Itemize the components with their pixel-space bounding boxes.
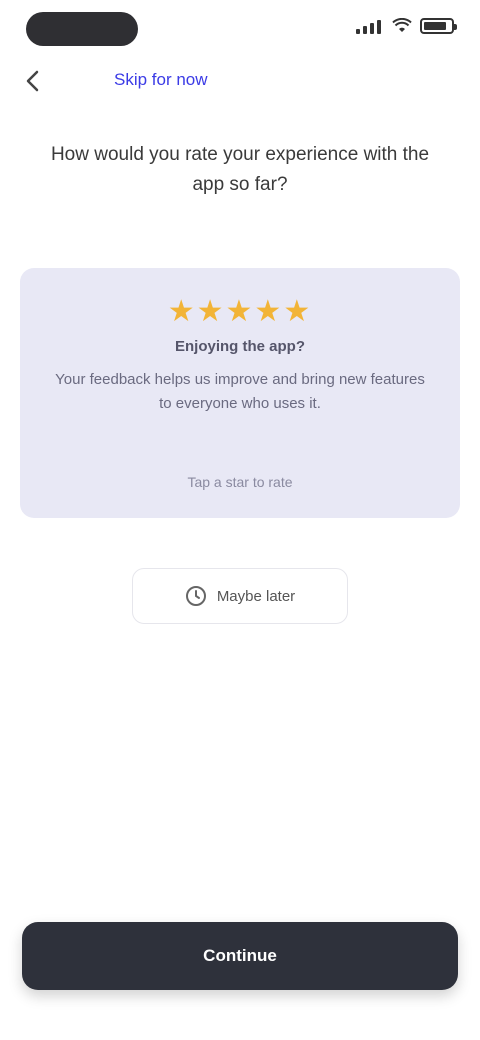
signal-icon [356,18,384,34]
card-body-text: Your feedback helps us improve and bring… [55,371,425,412]
back-button[interactable] [16,64,50,98]
card-heading: Enjoying the app? [175,338,305,355]
status-bar-time-pill [26,12,138,46]
continue-button[interactable]: Continue [22,922,458,990]
rating-card: ★★★★★ Enjoying the app? Your feedback he… [20,268,460,518]
maybe-later-label: Maybe later [216,587,296,605]
chevron-left-icon [26,70,39,92]
page-title: How would you rate your experience with … [50,144,430,195]
skip-link[interactable]: Skip for now [114,70,208,90]
status-icons [356,18,457,34]
clock-icon [185,586,206,606]
card-footer-text: Tap a star to rate [187,474,293,490]
maybe-later-button[interactable]: Maybe later [132,568,348,624]
star-rating[interactable]: ★★★★★ [20,294,460,329]
wifi-icon [392,18,412,32]
battery-icon [420,18,457,34]
